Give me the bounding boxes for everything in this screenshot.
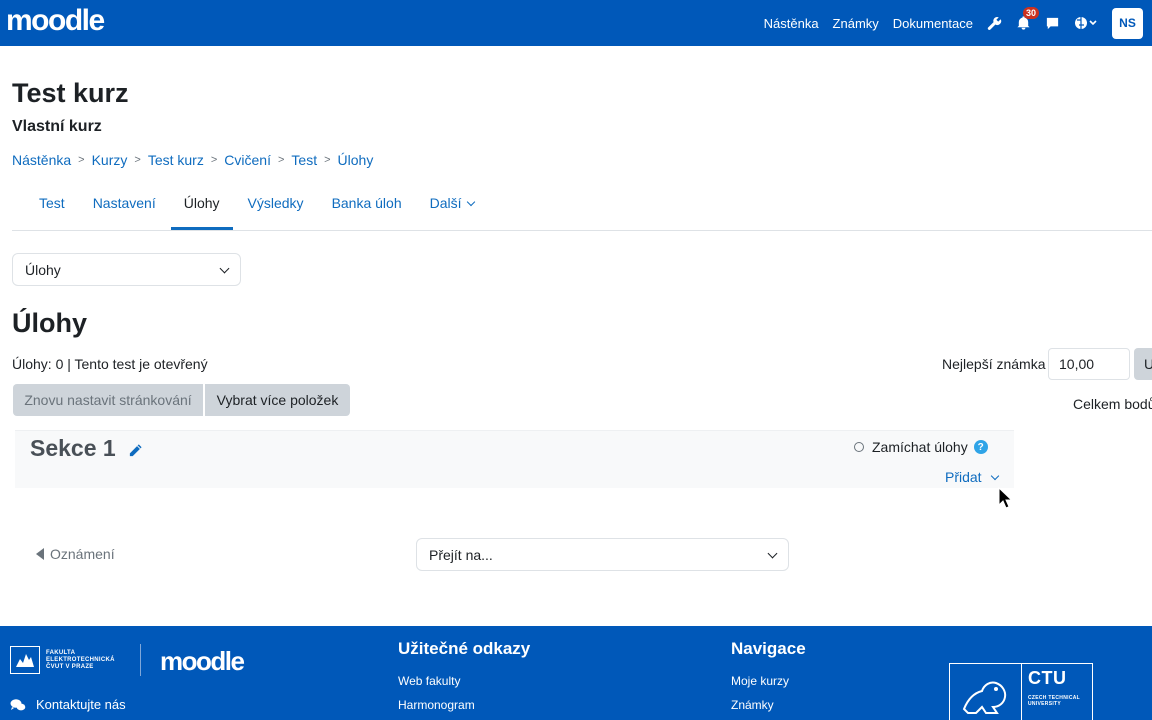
select-multiple-button[interactable]: Vybrat více položek [205,384,350,416]
breadcrumb-item-course[interactable]: Test kurz [148,152,204,168]
chevron-down-icon [219,263,230,273]
fel-text-line: ČVUT V PRAZE [46,663,94,670]
breadcrumb: Nástěnka > Kurzy > Test kurz > Cvičení >… [12,152,373,168]
user-avatar[interactable]: NS [1112,7,1143,39]
chat-bubbles-icon [10,698,26,710]
ctu-fullname: CZECH TECHNICAL UNIVERSITY [1028,695,1080,707]
breadcrumb-item-courses[interactable]: Kurzy [92,152,128,168]
fel-crest-icon [10,646,40,674]
course-title: Test kurz [12,78,129,108]
navigation-heading: Navigace [731,639,806,658]
quiz-section: Sekce 1 Zamíchat úlohy ? Přidat [15,430,1014,488]
tab-questions[interactable]: Úlohy [170,182,233,230]
jump-to-select[interactable]: Přejít na... [416,538,789,571]
chevron-down-icon [767,548,778,558]
section-heading: Sekce 1 [30,433,143,464]
ctu-abbr: CTU [1028,668,1067,688]
add-label: Přidat [945,469,982,485]
footer-link-faculty-web[interactable]: Web fakulty [398,674,460,688]
tab-question-bank[interactable]: Banka úloh [319,182,415,230]
tab-more[interactable]: Další [417,182,487,230]
help-icon[interactable]: ? [973,440,988,454]
contact-us-link[interactable]: Kontaktujte nás [10,697,126,712]
notification-badge: 30 [1023,7,1040,19]
tabs-divider [12,230,1152,231]
nav-link-documentation[interactable]: Dokumentace [893,16,973,31]
top-navbar: moodle Nástěnka Známky Dokumentace 30 NS [0,0,1152,46]
fel-text-line: ELEKTROTECHNICKÁ [46,656,115,663]
max-grade-input[interactable]: 10,00 [1048,348,1130,380]
wrench-icon[interactable] [987,16,1002,31]
nav-link-grades[interactable]: Známky [833,16,879,31]
tab-test[interactable]: Test [26,182,78,230]
chevron-down-icon [990,471,999,480]
tab-settings[interactable]: Nastavení [80,182,169,230]
bell-icon[interactable]: 30 [1016,7,1040,31]
breadcrumb-separator: > [134,154,141,166]
mouse-cursor-icon [998,487,1012,509]
total-marks-label: Celkem bodů [1073,396,1152,412]
footer-link-grades[interactable]: Známky [731,698,774,712]
previous-activity-label: Oznámení [50,546,115,562]
ctu-text: CTU CZECH TECHNICAL UNIVERSITY [1022,664,1086,720]
fel-text-line: FAKULTA [46,649,76,656]
chevron-down-icon [466,197,475,207]
page-footer: FAKULTA ELEKTROTECHNICKÁ ČVUT V PRAZE mo… [0,626,1152,720]
footer-link-schedule[interactable]: Harmonogram [398,698,475,712]
max-grade-label: Nejlepší známka [942,356,1046,372]
course-subtitle: Vlastní kurz [12,118,102,135]
contact-us-label: Kontaktujte nás [36,697,126,712]
breadcrumb-separator: > [210,154,218,166]
breadcrumb-item-test[interactable]: Test [291,152,317,168]
useful-links-heading: Užitečné odkazy [398,639,531,658]
breadcrumb-separator: > [324,154,331,166]
caret-left-icon [36,548,44,560]
tab-more-label: Další [429,195,462,211]
shuffle-checkbox[interactable] [854,442,864,452]
ctu-logo[interactable]: CTU CZECH TECHNICAL UNIVERSITY [949,663,1093,720]
secondary-navigation-tabs: Test Nastavení Úlohy Výsledky Banka úloh… [26,182,489,230]
view-select[interactable]: Úlohy [12,253,241,286]
page-title: Úlohy [12,308,88,338]
save-grade-button[interactable]: U [1134,348,1152,380]
breadcrumb-item-dashboard[interactable]: Nástěnka [12,152,71,168]
footer-link-my-courses[interactable]: Moje kurzy [731,674,789,688]
ctu-lion-icon [950,664,1022,720]
breadcrumb-separator: > [78,154,85,166]
navbar-links: Nástěnka Známky Dokumentace 30 NS [764,0,1152,46]
view-select-value: Úlohy [25,261,61,278]
quiz-status-info: Úlohy: 0 | Tento test je otevřený [12,356,208,372]
section-title: Sekce 1 [30,435,116,461]
add-menu-toggle[interactable]: Přidat [945,469,999,485]
chat-icon[interactable] [1045,16,1060,31]
breadcrumb-item-questions[interactable]: Úlohy [338,152,374,168]
jump-to-value: Přejít na... [429,546,493,563]
nav-link-dashboard[interactable]: Nástěnka [764,16,819,31]
shuffle-label: Zamíchat úlohy [872,439,968,455]
pencil-icon[interactable] [128,437,143,464]
fel-text: FAKULTA ELEKTROTECHNICKÁ ČVUT V PRAZE [46,650,115,671]
ctu-line: UNIVERSITY [1028,701,1062,707]
shuffle-questions-control: Zamíchat úlohy ? [854,439,988,455]
footer-logo-divider [140,644,141,676]
language-globe-icon[interactable] [1074,16,1098,30]
tab-results[interactable]: Výsledky [235,182,317,230]
fel-logo[interactable]: FAKULTA ELEKTROTECHNICKÁ ČVUT V PRAZE [10,646,115,674]
breadcrumb-item-exercises[interactable]: Cvičení [224,152,271,168]
breadcrumb-separator: > [277,154,285,166]
moodle-logo[interactable]: moodle [6,4,105,38]
repaginate-button[interactable]: Znovu nastavit stránkování [13,384,203,416]
previous-activity-link[interactable]: Oznámení [36,546,115,562]
footer-moodle-logo[interactable]: moodle [160,646,245,677]
